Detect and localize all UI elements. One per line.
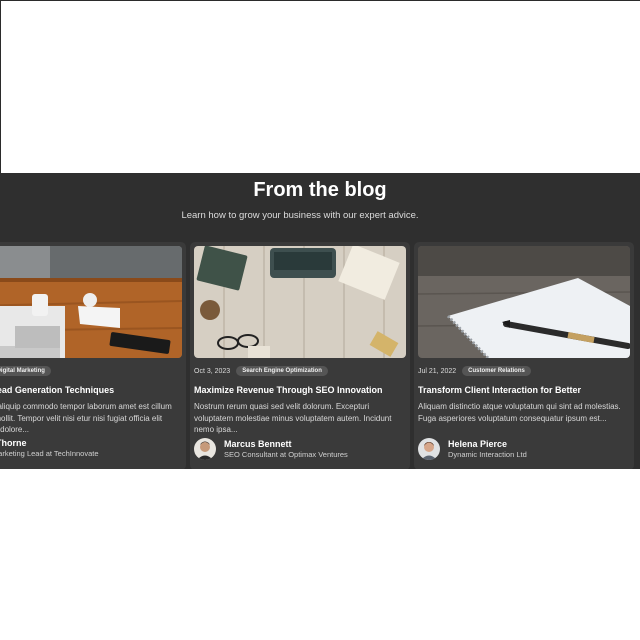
post-title[interactable]: Transform Client Interaction for Better	[418, 385, 628, 395]
blog-card-meta: Jul 21, 2022 Customer Relations	[418, 365, 531, 377]
blog-card-2[interactable]: Oct 3, 2023 Search Engine Optimization M…	[190, 242, 410, 469]
blog-card-3[interactable]: Jul 21, 2022 Customer Relations Transfor…	[414, 242, 634, 469]
author-name: Marcus Bennett	[224, 438, 292, 449]
blog-card-image-notebook-pen[interactable]	[418, 246, 630, 358]
blog-card-image-typewriter[interactable]	[194, 246, 406, 358]
author-name: Helena Pierce	[448, 438, 508, 449]
category-badge[interactable]: Customer Relations	[462, 366, 531, 376]
post-title[interactable]: Your Lead Generation Techniques	[0, 385, 179, 395]
post-title[interactable]: Maximize Revenue Through SEO Innovation	[194, 385, 404, 395]
author-name: Nadia Thorne	[0, 438, 27, 448]
blog-section: From the blog Learn how to grow your bus…	[0, 173, 640, 469]
author-avatar	[418, 438, 440, 460]
blog-card-meta: 2023 Digital Marketing	[0, 365, 51, 377]
left-border	[0, 0, 1, 175]
post-date: Jul 21, 2022	[418, 367, 457, 375]
category-badge[interactable]: Digital Marketing	[0, 366, 51, 376]
author-role: Dynamic Interaction Ltd	[448, 449, 527, 459]
post-author: Nadia Thorne Digital Marketing Lead at T…	[0, 438, 99, 459]
blog-card-meta: Oct 3, 2023 Search Engine Optimization	[194, 365, 328, 377]
section-subtitle: Learn how to grow your business with our…	[181, 210, 419, 221]
author-role: Digital Marketing Lead at TechInnovate	[0, 449, 99, 458]
blog-card-image-desk-laptop[interactable]	[0, 246, 182, 358]
top-border	[0, 0, 640, 1]
post-date: Oct 3, 2023	[194, 367, 231, 375]
author-avatar	[194, 438, 216, 460]
author-role: SEO Consultant at Optimax Ventures	[224, 449, 348, 459]
post-author: Helena Pierce Dynamic Interaction Ltd	[418, 438, 527, 460]
post-excerpt: l dolore aliquip commodo tempor laborum …	[0, 402, 172, 434]
section-title: From the blog	[253, 179, 387, 201]
post-excerpt: Aliquam distinctio atque voluptatum qui …	[418, 402, 621, 423]
category-badge[interactable]: Search Engine Optimization	[236, 366, 328, 376]
post-excerpt: Nostrum rerum quasi sed velit dolorum. E…	[194, 402, 392, 434]
post-author: Marcus Bennett SEO Consultant at Optimax…	[194, 438, 348, 460]
blog-card-1[interactable]: 2023 Digital Marketing Your Lead Generat…	[0, 242, 186, 469]
